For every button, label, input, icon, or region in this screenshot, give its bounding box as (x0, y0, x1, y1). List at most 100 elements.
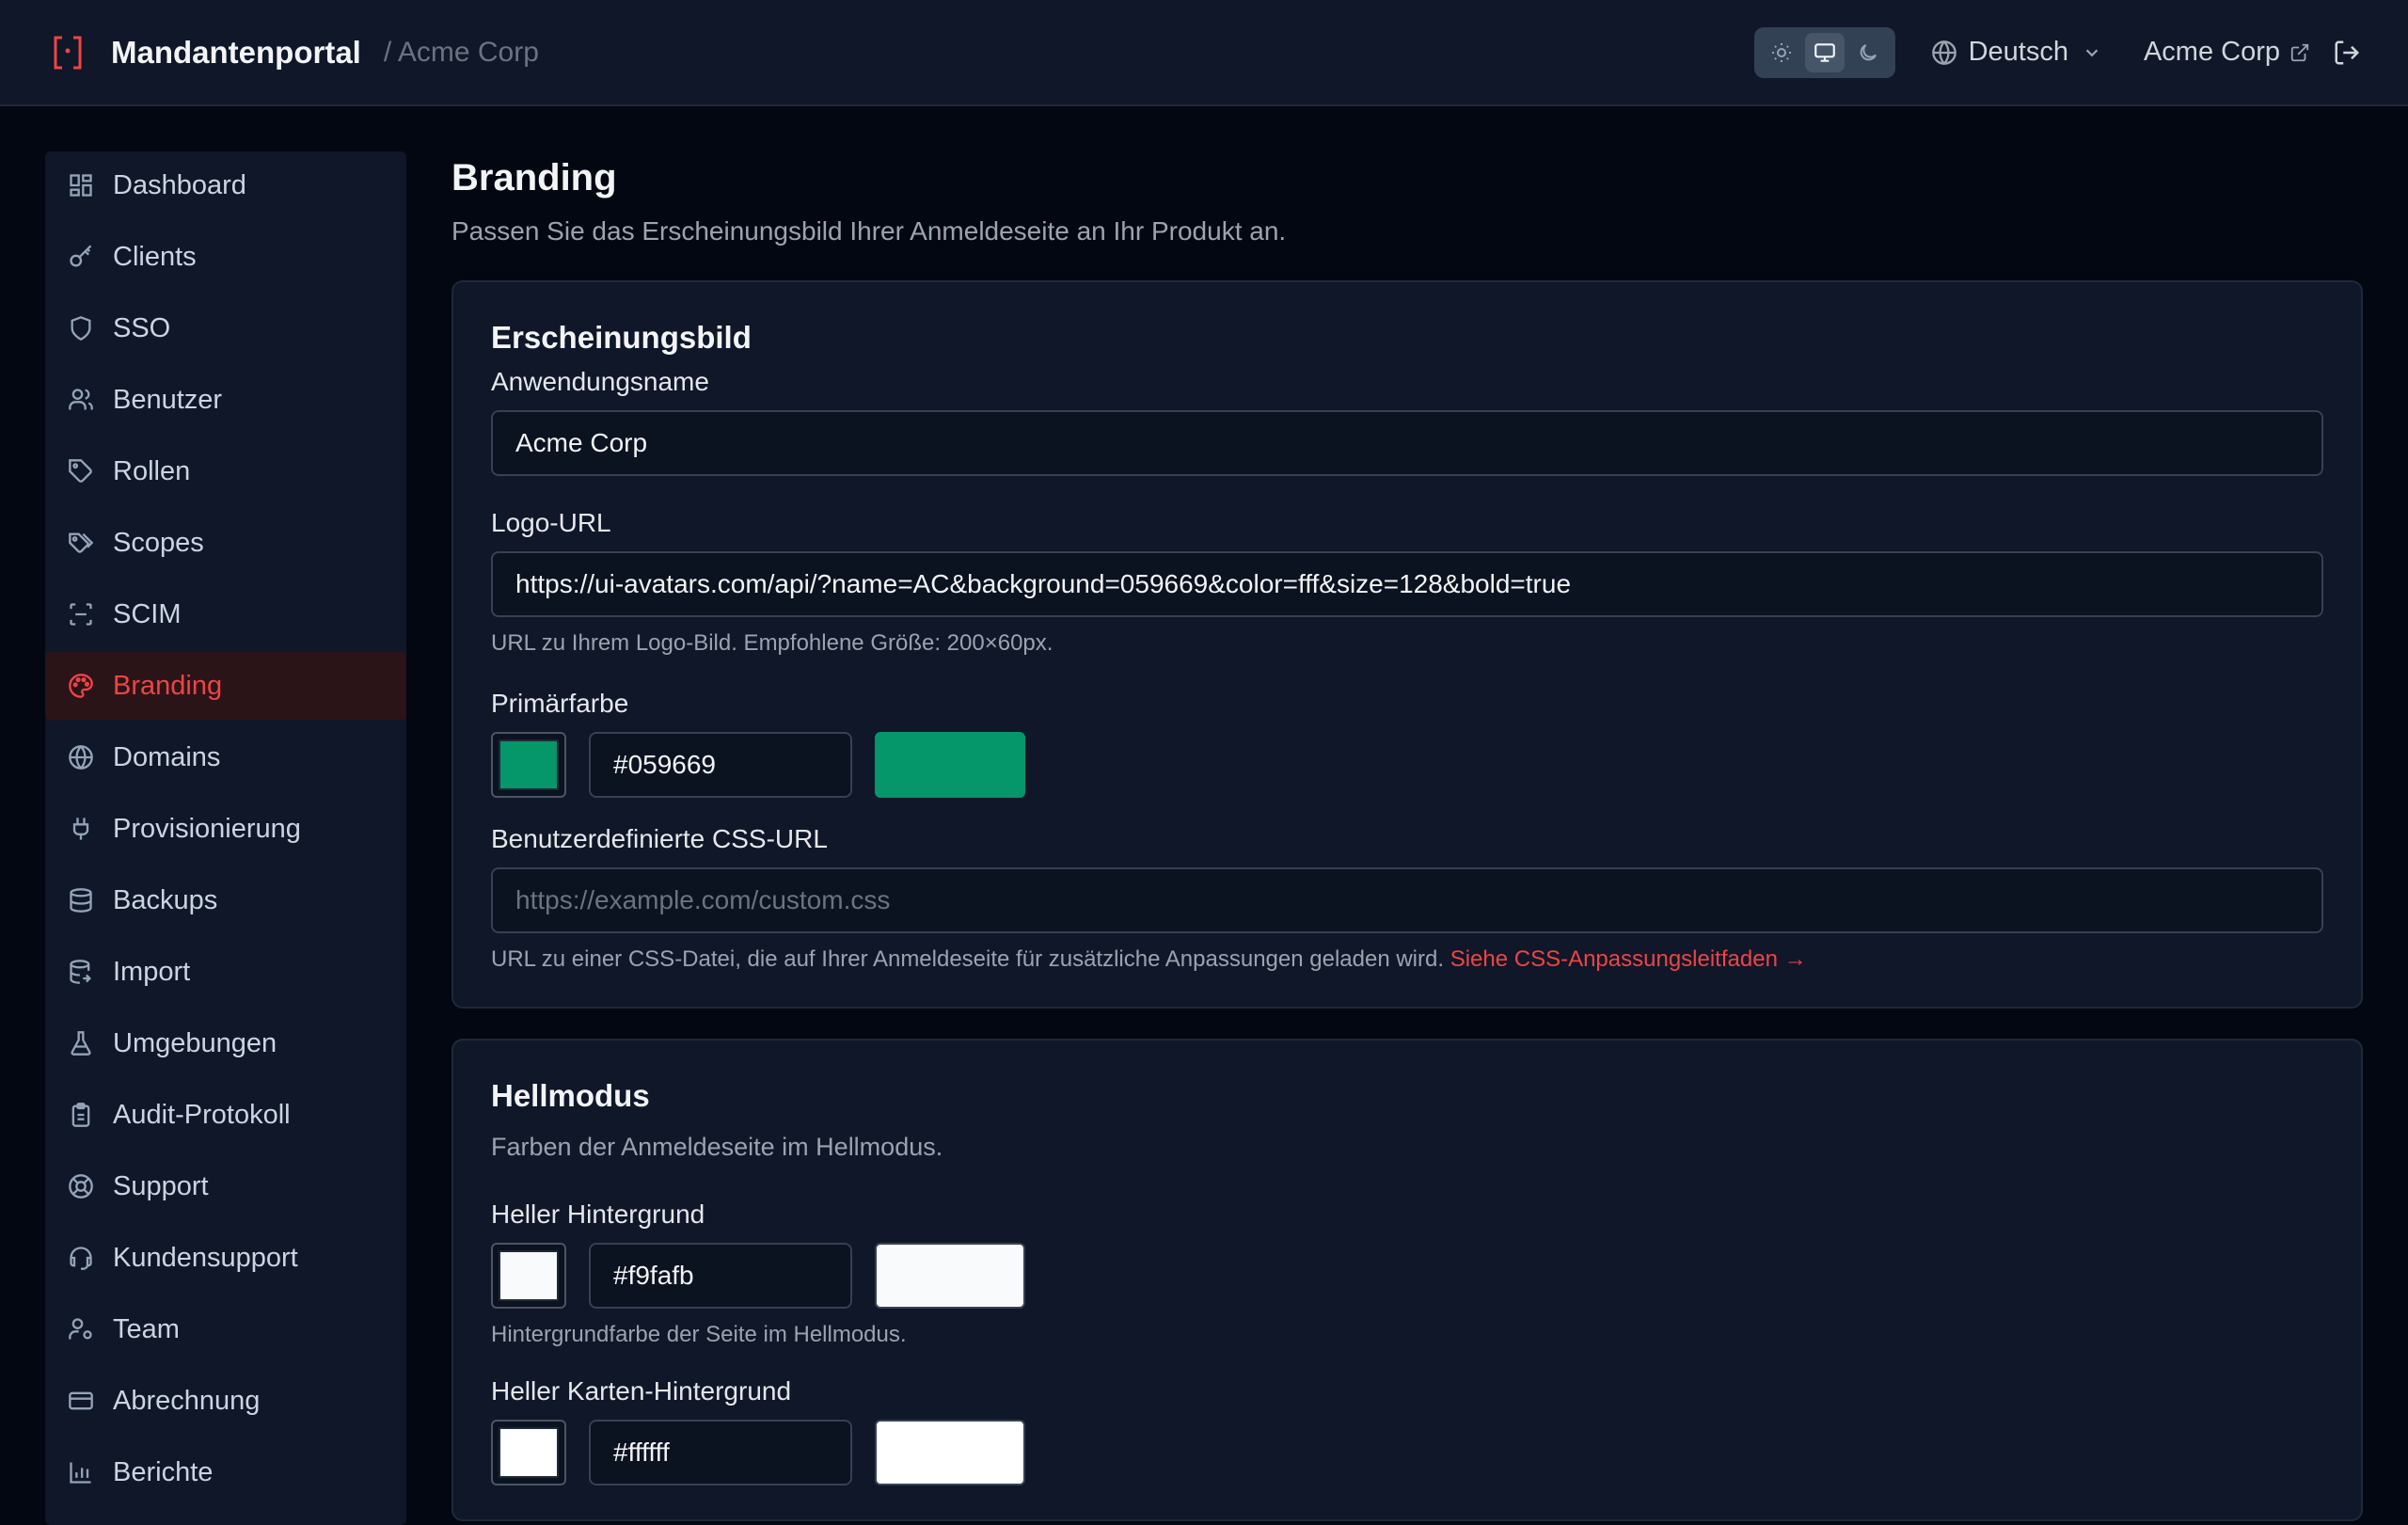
sidebar-item-backups[interactable]: Backups (45, 866, 406, 934)
database-import-icon (68, 958, 96, 986)
sidebar-item-label: Dashboard (113, 169, 246, 200)
custom-css-label: Benutzerdefinierte CSS-URL (491, 824, 828, 853)
moon-icon[interactable] (1848, 33, 1888, 72)
credit-card-icon (68, 1387, 96, 1415)
sidebar-item-scim[interactable]: SCIM (45, 580, 406, 648)
language-label: Deutsch (1968, 37, 2068, 67)
bracket-dot-icon (47, 32, 88, 73)
custom-css-input[interactable]: https://example.com/custom.css (491, 867, 2323, 933)
database-icon (68, 886, 96, 914)
sidebar-item-label: Provisionierung (113, 813, 301, 844)
page-subtitle: Passen Sie das Erscheinungsbild Ihrer An… (452, 216, 1287, 246)
flask-icon (68, 1029, 96, 1057)
chevron-down-icon (2085, 48, 2099, 56)
primary-color-hex-input[interactable]: #059669 (589, 732, 852, 798)
sidebar-item-umgebungen[interactable]: Umgebungen (45, 1009, 406, 1077)
theme-switcher (1753, 26, 1895, 78)
custom-css-help: URL zu einer CSS-Datei, die auf Ihrer An… (491, 946, 2323, 973)
light-bg-row: #f9fafb (491, 1243, 2323, 1309)
palette-icon (68, 672, 96, 700)
sidebar-item-clients[interactable]: Clients (45, 223, 406, 291)
appearance-card: Erscheinungsbild Anwendungsname Acme Cor… (452, 280, 2363, 1009)
globe-icon (68, 743, 96, 771)
sidebar-item-rollen[interactable]: Rollen (45, 437, 406, 505)
sidebar-item-label: Branding (113, 670, 223, 701)
light-mode-card: Hellmodus Farben der Anmeldeseite im Hel… (452, 1039, 2363, 1521)
light-card-label: Heller Karten-Hintergrund (491, 1376, 792, 1406)
sidebar-item-sso[interactable]: SSO (45, 294, 406, 362)
sidebar-item-label: Backups (113, 884, 218, 915)
light-bg-help: Hintergrundfarbe der Seite im Hellmodus. (491, 1322, 907, 1347)
sidebar-item-import[interactable]: Import (45, 938, 406, 1006)
light-bg-label: Heller Hintergrund (491, 1199, 705, 1229)
sidebar-item-label: Import (113, 956, 191, 987)
sidebar-item-label: Kundensupport (113, 1242, 298, 1273)
card-title: Erscheinungsbild (491, 320, 752, 355)
sidebar-item-provisionierung[interactable]: Provisionierung (45, 795, 406, 863)
sidebar-item-label: Audit-Protokoll (113, 1099, 291, 1130)
app-name-label: Anwendungsname (491, 367, 709, 396)
sidebar-item-label: Rollen (113, 455, 191, 486)
sidebar-item-domains[interactable]: Domains (45, 723, 406, 791)
plug-icon (68, 815, 96, 843)
app-title[interactable]: Mandantenportal (111, 35, 361, 71)
sidebar: Dashboard Clients SSO Benutzer Rollen Sc… (45, 151, 406, 1525)
language-selector[interactable]: Deutsch (1931, 37, 2102, 68)
key-icon (68, 243, 96, 271)
primary-color-preview (875, 732, 1025, 798)
top-bar: Mandantenportal / Acme Corp Deutsch Acme… (0, 0, 2408, 106)
sidebar-item-label: Umgebungen (113, 1027, 277, 1058)
card-description: Farben der Anmeldeseite im Hellmodus. (491, 1133, 943, 1161)
sidebar-item-label: Support (113, 1170, 209, 1201)
css-guide-link[interactable]: Siehe CSS-Anpassungsleitfaden → (1450, 946, 1807, 972)
headset-icon (68, 1244, 96, 1272)
primary-color-row: #059669 (491, 732, 2323, 798)
light-bg-hex-input[interactable]: #f9fafb (589, 1243, 852, 1309)
sidebar-item-berichte[interactable]: Berichte (45, 1438, 406, 1506)
sidebar-item-branding[interactable]: Branding (45, 652, 406, 720)
logout-icon[interactable] (2333, 39, 2361, 67)
tenant-link[interactable]: Acme Corp (2144, 37, 2310, 68)
sidebar-item-label: Berichte (113, 1456, 214, 1487)
light-card-preview (875, 1420, 1025, 1485)
scan-icon (68, 600, 96, 628)
external-link-icon (2290, 43, 2309, 61)
monitor-icon[interactable] (1804, 32, 1845, 72)
sidebar-item-benutzer[interactable]: Benutzer (45, 366, 406, 434)
custom-css-help-text: URL zu einer CSS-Datei, die auf Ihrer An… (491, 946, 1445, 972)
primary-color-picker[interactable] (491, 732, 566, 798)
logo-url-label: Logo-URL (491, 508, 611, 537)
logo-url-input[interactable]: https://ui-avatars.com/api/?name=AC&back… (491, 551, 2323, 617)
sidebar-item-label: SCIM (113, 598, 182, 629)
light-card-row: #ffffff (491, 1420, 2323, 1485)
users-icon (68, 386, 96, 414)
clipboard-icon (68, 1101, 96, 1129)
tenant-label: Acme Corp (2143, 37, 2280, 67)
light-bg-preview (875, 1243, 1025, 1309)
dashboard-icon (68, 171, 96, 199)
sidebar-item-kundensupport[interactable]: Kundensupport (45, 1224, 406, 1292)
sidebar-item-label: Clients (113, 241, 197, 272)
shield-icon (68, 314, 96, 342)
light-card-hex-input[interactable]: #ffffff (589, 1420, 852, 1485)
app-name-input[interactable]: Acme Corp (491, 410, 2323, 476)
sidebar-item-label: Abrechnung (113, 1385, 261, 1416)
sidebar-item-label: Scopes (113, 527, 204, 558)
bar-chart-icon (68, 1458, 96, 1486)
sidebar-item-scopes[interactable]: Scopes (45, 509, 406, 577)
light-bg-picker[interactable] (491, 1243, 566, 1309)
user-gear-icon (68, 1315, 96, 1343)
sidebar-item-abrechnung[interactable]: Abrechnung (45, 1367, 406, 1435)
light-card-picker[interactable] (491, 1420, 566, 1485)
primary-color-label: Primärfarbe (491, 689, 629, 718)
lifebuoy-icon (68, 1172, 96, 1200)
sidebar-item-team[interactable]: Team (45, 1295, 406, 1363)
sidebar-item-label: SSO (113, 312, 171, 343)
sidebar-item-dashboard[interactable]: Dashboard (45, 151, 406, 219)
globe-icon (1931, 40, 1956, 65)
sun-icon[interactable] (1762, 33, 1801, 72)
sidebar-item-label: Benutzer (113, 384, 223, 415)
sidebar-item-support[interactable]: Support (45, 1152, 406, 1220)
sidebar-item-audit-protokoll[interactable]: Audit-Protokoll (45, 1081, 406, 1149)
tag-icon (68, 457, 96, 485)
